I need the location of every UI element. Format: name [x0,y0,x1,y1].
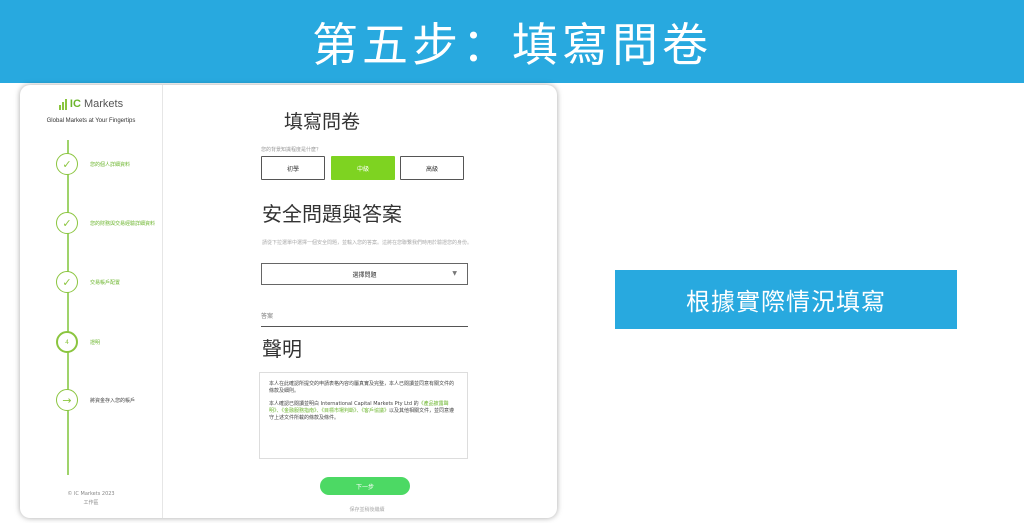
question-label: 您的背景知識程度是什麼？ [261,147,322,153]
option-advanced-button[interactable]: 高級 [400,156,464,180]
sidebar: IC Markets Global Markets at Your Finger… [20,85,163,518]
declaration-title: 聲明 [262,337,302,361]
logo-name-prefix: IC [69,98,81,110]
option-beginner-button[interactable]: 初學 [261,156,325,180]
check-icon: ✓ [56,271,78,293]
select-value: 選擇問題 [352,271,377,279]
form-title: 填寫問卷 [283,111,360,133]
check-icon: ✓ [56,153,78,175]
title-banner: 第五步：填寫問卷 [0,0,1024,83]
application-screenshot: IC Markets Global Markets at Your Finger… [20,85,557,518]
workspace-text: 工作區 [83,500,99,506]
step-financial-experience[interactable]: ✓ 您的財務與交易經驗詳細資料 [56,211,162,235]
check-icon: ✓ [56,212,78,234]
brand-tagline: Global Markets at Your Fingertips [46,118,136,124]
security-description: 請從下拉選單中選擇一個安全問題，並輸入您的答案。這將在您聯繫我們時用於驗證您的身… [262,240,473,246]
declaration-text-box[interactable]: 本人在此確認所提交的申請表格內容均屬真實及完整，本人已閱讀並同意有關文件的條款及… [259,372,468,459]
progress-line [67,140,69,475]
logo-bars-icon [58,98,67,110]
sidebar-footer: © IC Markets 2023 工作區 [20,490,162,508]
security-question-select[interactable]: 選擇問題 ▼ [261,263,468,285]
security-section-title: 安全問題與答案 [262,202,402,226]
next-button[interactable]: 下一步 [320,477,410,495]
step-personal-details[interactable]: ✓ 您的個人詳細資料 [56,152,162,176]
step-account-config[interactable]: ✓ 交易帳戶配置 [56,270,162,294]
step-label: 交易帳戶配置 [90,279,121,286]
answer-field-label: 答案 [261,313,274,320]
step-fund-account[interactable]: → 將資金存入您的帳戶 [56,388,162,412]
step-label: 證明 [90,339,101,346]
form-area: 填寫問卷 您的背景知識程度是什麼？ 初學 中級 高級 安全問題與答案 請從下拉選… [162,85,557,518]
answer-input[interactable] [261,326,468,327]
callout-text: 根據實際情況填寫 [686,288,886,316]
declaration-paragraph: 本人在此確認所提交的申請表格內容均屬真實及完整，本人已閱讀並同意有關文件的條款及… [269,381,455,394]
banner-title: 第五步：填寫問卷 [312,17,712,72]
save-continue-later-link[interactable]: 保存並稍後繼續 [322,506,412,513]
declaration-text: 本人確認已閱讀並明白 International Capital Markets… [269,401,419,407]
brand-logo: IC Markets Global Markets at Your Finger… [20,95,162,124]
copyright-text: © IC Markets 2023 [67,491,115,497]
step-number-badge: 4 [56,331,78,353]
step-label: 您的財務與交易經驗詳細資料 [90,220,156,227]
step-declaration[interactable]: 4 證明 [56,330,162,354]
arrow-right-icon: → [56,389,78,411]
option-intermediate-button[interactable]: 中級 [331,156,395,180]
caret-down-icon: ▼ [452,270,457,277]
step-label: 將資金存入您的帳戶 [90,397,136,404]
step-label: 您的個人詳細資料 [90,161,131,168]
logo-name-suffix: Markets [80,98,124,110]
instruction-callout: 根據實際情況填寫 [615,270,957,329]
